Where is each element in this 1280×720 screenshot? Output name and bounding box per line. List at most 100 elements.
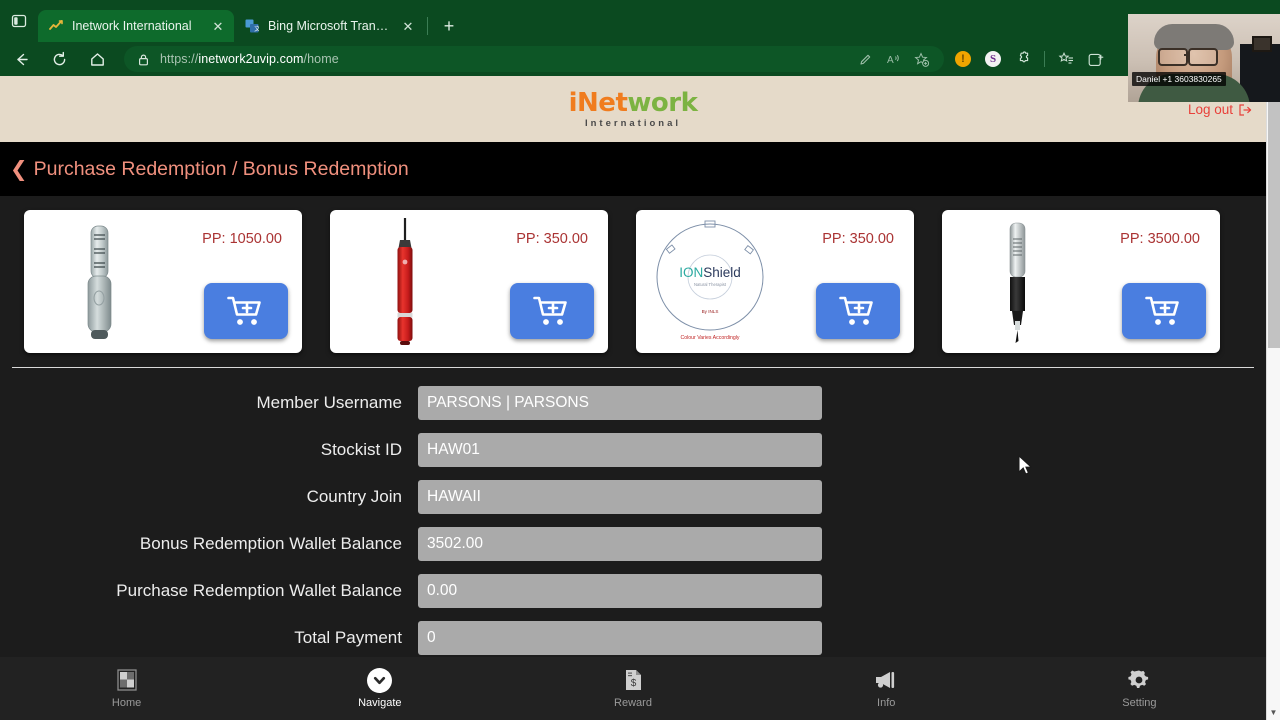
form-row-stockist-id: Stockist ID <box>0 433 1266 467</box>
lock-icon <box>134 50 152 68</box>
tab-inetwork-international[interactable]: Inetwork International ✕ <box>38 10 234 42</box>
product-card[interactable]: PP: 3500.00 <box>942 210 1220 353</box>
logout-link[interactable]: Log out <box>1188 102 1252 117</box>
purchase-redemption-wallet-balance-input[interactable] <box>418 574 822 608</box>
new-tab-button[interactable]: + <box>435 12 463 40</box>
ionshield-footnote: Colour Varies Accordingly <box>680 335 739 341</box>
tab-divider <box>427 17 428 35</box>
nav-item-navigate[interactable]: Navigate <box>253 667 506 709</box>
ionshield-shield-text: Shield <box>703 265 741 280</box>
sign-out-icon <box>1239 103 1252 116</box>
gear-icon <box>1128 668 1150 692</box>
redemption-form: Member Username Stockist ID Country Join… <box>0 368 1266 655</box>
nav-item-home[interactable]: Home <box>0 668 253 709</box>
webcam-caller-label: Daniel +1 3603830265 <box>1132 72 1226 86</box>
product-price: PP: 3500.00 <box>1120 231 1200 247</box>
nav-label: Navigate <box>358 697 402 709</box>
add-to-cart-button[interactable] <box>510 283 594 339</box>
chevron-left-icon[interactable]: ❮ <box>10 159 28 180</box>
address-bar[interactable]: https://inetwork2uvip.com/home A <box>124 46 944 72</box>
browser-essentials-icon[interactable] <box>1083 46 1109 72</box>
back-button[interactable] <box>4 44 38 74</box>
logo-work: work <box>627 87 698 118</box>
webcam-glasses-left <box>1158 48 1188 66</box>
site-header: iNetwork International Log out <box>0 76 1266 142</box>
tab-bing-microsoft-translator[interactable]: 文 Bing Microsoft Translator ✕ <box>234 10 424 42</box>
product-card[interactable]: PP: 350.00 <box>330 210 608 353</box>
product-price: PP: 350.00 <box>822 231 894 247</box>
browser-window: Inetwork International ✕ 文 Bing Microsof… <box>0 0 1280 720</box>
bonus-redemption-wallet-balance-input[interactable] <box>418 527 822 561</box>
product-card[interactable]: PP: 1050.00 <box>24 210 302 353</box>
alert-badge-text: ! <box>955 51 971 67</box>
grid-home-icon <box>116 668 137 692</box>
logout-label: Log out <box>1187 102 1233 117</box>
form-row-purchase-redemption-wallet-balance: Purchase Redemption Wallet Balance <box>0 574 1266 608</box>
cart-plus-icon <box>227 296 261 325</box>
nav-item-setting[interactable]: Setting <box>1013 668 1266 709</box>
scroll-down-arrow-icon[interactable]: ▼ <box>1267 704 1280 720</box>
ionshield-by: By INLS <box>702 309 719 314</box>
svg-text:IONShield: IONShield <box>679 265 741 280</box>
tab-strip: Inetwork International ✕ 文 Bing Microsof… <box>0 0 1280 42</box>
megaphone-icon <box>874 668 898 692</box>
page-scrollbar[interactable]: ▼ <box>1266 76 1280 720</box>
edit-pen-icon[interactable] <box>852 46 878 72</box>
url-scheme: https:// <box>160 52 199 66</box>
scrollbar-thumb[interactable] <box>1268 76 1280 348</box>
svg-text:文: 文 <box>254 25 259 33</box>
page-content: PP: 1050.00 PP: 350.00 IONShield Natural… <box>0 196 1266 655</box>
product-price: PP: 1050.00 <box>202 231 282 247</box>
url-path: /home <box>303 52 339 66</box>
add-to-cart-button[interactable] <box>816 283 900 339</box>
savings-badge-text: S <box>985 51 1001 67</box>
home-icon <box>90 52 104 66</box>
add-to-cart-button[interactable] <box>1122 283 1206 339</box>
close-icon[interactable]: ✕ <box>210 18 226 34</box>
site-logo[interactable]: iNetwork International <box>569 90 698 129</box>
collections-icon[interactable] <box>1053 46 1079 72</box>
url-host: inetwork2uvip.com <box>198 52 304 66</box>
field-label: Country Join <box>306 487 402 506</box>
product-card[interactable]: IONShield Natural Therapist By INLS Colo… <box>636 210 914 353</box>
form-row-bonus-redemption-wallet-balance: Bonus Redemption Wallet Balance <box>0 527 1266 561</box>
add-favorite-icon[interactable] <box>908 46 934 72</box>
close-icon[interactable]: ✕ <box>400 18 416 34</box>
cart-plus-icon <box>533 296 567 325</box>
webcam-video-overlay[interactable]: Daniel +1 3603830265 <box>1128 14 1280 102</box>
browser-toolbar-buttons: ! S <box>950 46 1109 72</box>
product-price: PP: 350.00 <box>516 231 588 247</box>
red-pen-device-image <box>350 218 460 346</box>
alert-badge-icon[interactable]: ! <box>950 46 976 72</box>
browser-title-bar: Inetwork International ✕ 文 Bing Microsof… <box>0 0 1280 42</box>
web-page: iNetwork International Log out ❮ Purchas… <box>0 76 1266 720</box>
webcam-glasses-right <box>1188 48 1218 66</box>
form-row-total-payment: Total Payment <box>0 621 1266 655</box>
cart-plus-icon <box>839 296 873 325</box>
total-payment-input[interactable] <box>418 621 822 655</box>
address-bar-actions: A <box>852 46 934 72</box>
country-join-input[interactable] <box>418 480 822 514</box>
logo-i: i <box>568 87 578 118</box>
webcam-picture-frame <box>1252 36 1272 52</box>
read-aloud-icon[interactable]: A <box>880 46 906 72</box>
tab-actions-button[interactable] <box>0 0 38 42</box>
svg-text:A: A <box>887 55 894 66</box>
refresh-button[interactable] <box>42 44 76 74</box>
svg-text:$: $ <box>630 678 636 689</box>
bottom-navigation-bar: Home Navigate $ Reward Info Setting <box>0 657 1266 720</box>
home-button[interactable] <box>80 44 114 74</box>
member-username-input[interactable] <box>418 386 822 420</box>
address-bar-url: https://inetwork2uvip.com/home <box>160 52 339 66</box>
shopping-savings-icon[interactable]: S <box>980 46 1006 72</box>
webcam-person-hair <box>1154 24 1234 50</box>
page-title: Purchase Redemption / Bonus Redemption <box>33 157 409 180</box>
nav-item-info[interactable]: Info <box>760 668 1013 709</box>
extensions-icon[interactable] <box>1010 46 1036 72</box>
nav-label: Home <box>111 697 142 709</box>
logo-subtitle: International <box>584 117 681 129</box>
nav-item-reward[interactable]: $ Reward <box>506 668 759 709</box>
refresh-icon <box>53 51 65 65</box>
stockist-id-input[interactable] <box>418 433 822 467</box>
add-to-cart-button[interactable] <box>204 283 288 339</box>
